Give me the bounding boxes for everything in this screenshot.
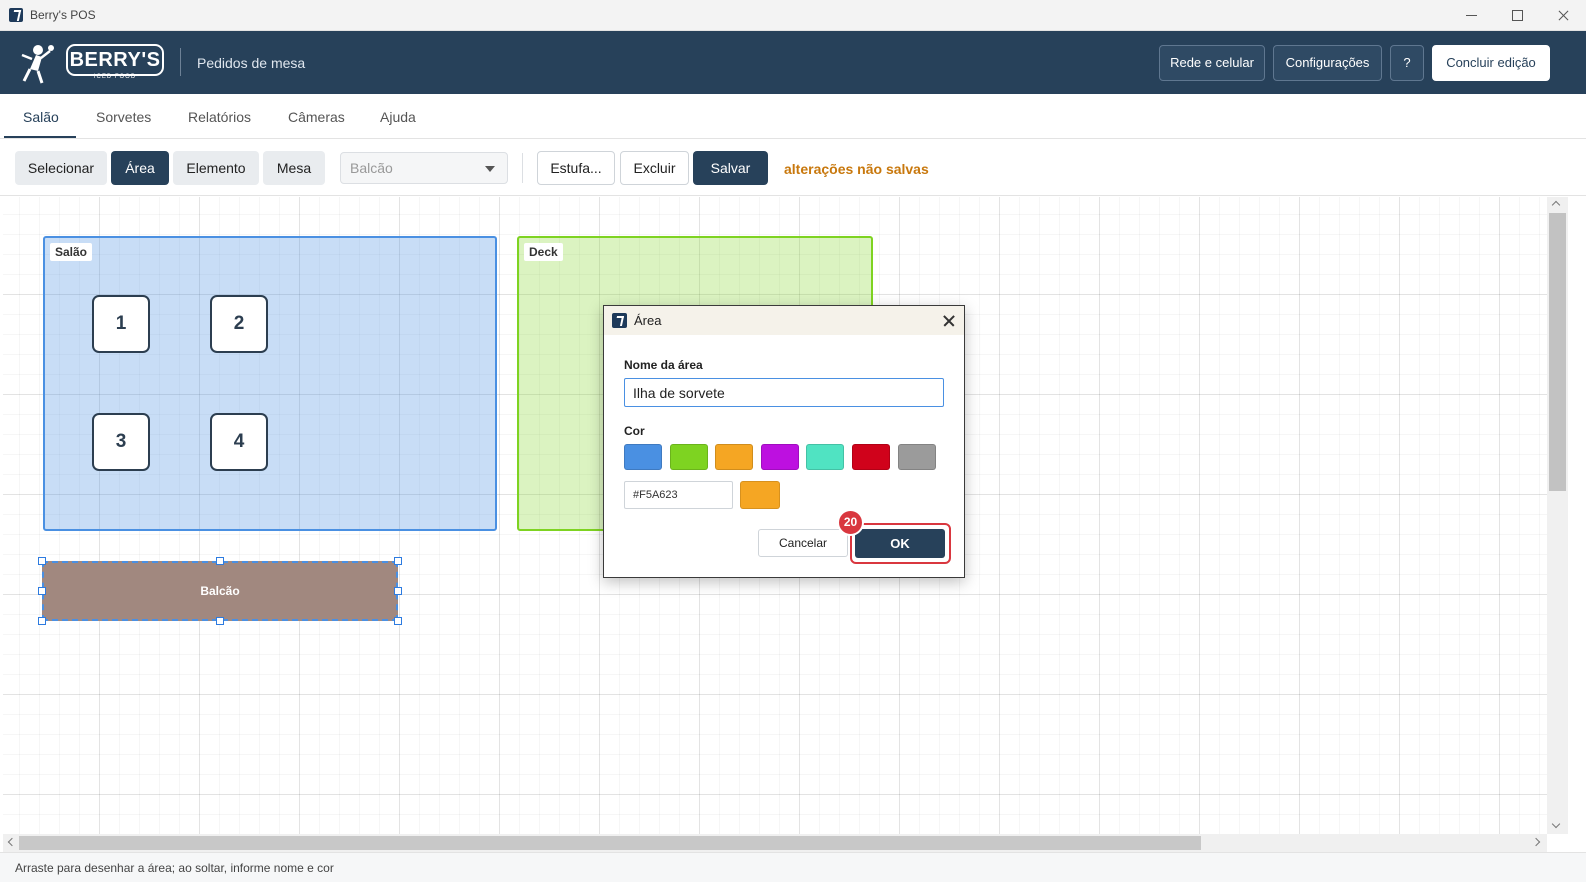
color-swatch-orange[interactable] [715,444,753,470]
tab-cameras[interactable]: Câmeras [288,109,345,125]
area-label: Deck [524,243,563,261]
resize-handle[interactable] [38,557,46,565]
scroll-right-icon[interactable] [1531,837,1541,847]
status-text: Arraste para desenhar a área; ao soltar,… [15,861,334,875]
delete-button[interactable]: Excluir [620,151,689,185]
resize-handle[interactable] [394,587,402,595]
finish-editing-button[interactable]: Concluir edição [1432,45,1550,81]
network-button[interactable]: Rede e celular [1159,45,1265,81]
horizontal-scroll-thumb[interactable] [19,836,1201,850]
resize-handle[interactable] [394,557,402,565]
element-tool-button[interactable]: Elemento [173,151,259,185]
color-swatch-teal[interactable] [806,444,844,470]
scroll-up-icon[interactable] [1551,200,1561,210]
app-icon [9,8,23,22]
area-dialog: Área Nome da área Cor Cancelar OK 20 [603,305,965,578]
color-swatch-red[interactable] [852,444,890,470]
table-4[interactable]: 4 [210,413,268,471]
tab-ajuda[interactable]: Ajuda [380,109,416,125]
window-close-button[interactable] [1540,0,1586,31]
resize-handle[interactable] [216,557,224,565]
hex-color-input[interactable] [624,481,733,509]
settings-button[interactable]: Configurações [1273,45,1382,81]
table-3[interactable]: 3 [92,413,150,471]
color-swatch-blue[interactable] [624,444,662,470]
brand-logo: BERRY'S [66,44,164,76]
vertical-scrollbar[interactable] [1547,197,1568,834]
resize-handle[interactable] [38,617,46,625]
tab-relatorios[interactable]: Relatórios [188,109,251,125]
tab-sorvetes[interactable]: Sorvetes [96,109,151,125]
dialog-titlebar: Área [604,306,964,335]
table-tool-button[interactable]: Mesa [263,151,325,185]
app-header: BERRY'S ICED FOOD Pedidos de mesa Rede e… [0,31,1586,94]
active-tab-indicator [4,136,76,138]
element-type-select-value: Balcão [350,160,393,176]
color-label: Cor [624,424,645,438]
color-preview[interactable] [740,481,780,509]
mascot-logo-icon [21,45,54,84]
minimize-button[interactable] [1448,0,1494,31]
editor-toolbar: Selecionar Área Elemento Mesa Balcão Est… [0,139,1586,196]
status-bar: Arraste para desenhar a área; ao soltar,… [0,852,1586,882]
color-swatch-green[interactable] [670,444,708,470]
table-1[interactable]: 1 [92,295,150,353]
horizontal-scrollbar[interactable] [3,834,1547,852]
area-salao[interactable]: Salão [43,236,497,531]
maximize-button[interactable] [1494,0,1540,31]
ok-button[interactable]: OK [855,529,945,558]
color-swatch-purple[interactable] [761,444,799,470]
header-divider [180,48,181,76]
element-type-select[interactable]: Balcão [340,152,508,184]
main-tabs: Salão Sorvetes Relatórios Câmeras Ajuda [0,94,1586,139]
area-label: Salão [50,243,93,261]
area-name-input[interactable] [624,378,944,407]
app-icon [612,313,627,328]
counter-element[interactable]: Balcão [42,561,398,621]
chevron-down-icon [485,166,495,172]
resize-handle[interactable] [38,587,46,595]
tab-salao[interactable]: Salão [23,109,59,125]
vertical-scroll-thumb[interactable] [1549,213,1566,491]
dialog-title: Área [634,313,662,328]
cancel-button[interactable]: Cancelar [758,529,848,557]
brand-subtitle: ICED FOOD [93,74,137,80]
area-name-label: Nome da área [624,358,703,372]
resize-handle[interactable] [394,617,402,625]
toolbar-divider [522,153,523,183]
header-subtitle: Pedidos de mesa [197,55,306,71]
scroll-left-icon[interactable] [7,837,17,847]
select-tool-button[interactable]: Selecionar [15,151,107,185]
table-2[interactable]: 2 [210,295,268,353]
window-title: Berry's POS [30,8,96,22]
close-icon[interactable] [939,311,959,331]
unsaved-changes-label: alterações não salvas [784,161,929,177]
scroll-down-icon[interactable] [1551,819,1561,829]
save-button[interactable]: Salvar [693,151,768,185]
window-titlebar: Berry's POS [0,0,1586,31]
color-swatch-gray[interactable] [898,444,936,470]
stove-button[interactable]: Estufa... [537,151,615,185]
resize-handle[interactable] [216,617,224,625]
help-button[interactable]: ? [1390,45,1424,81]
step-badge: 20 [837,509,864,536]
area-tool-button[interactable]: Área [111,151,169,185]
